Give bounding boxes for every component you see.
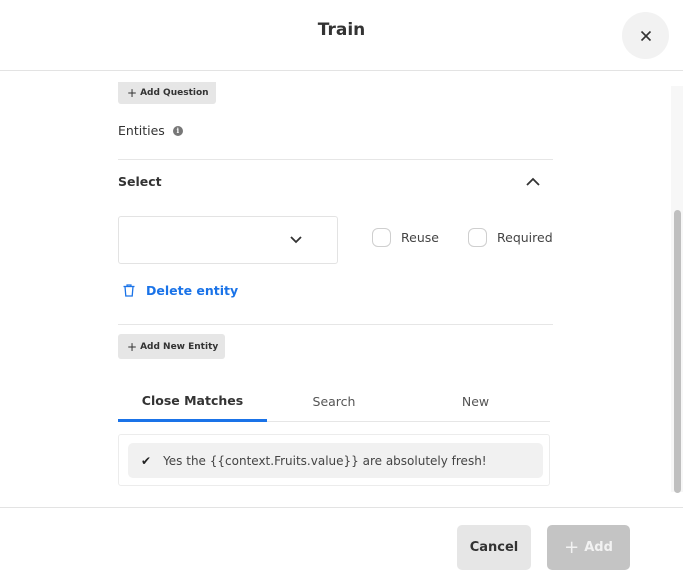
delete-entity-label: Delete entity	[146, 283, 239, 298]
modal-header: Train	[0, 0, 683, 71]
add-new-entity-label: Add New Entity	[140, 341, 219, 352]
checkbox-label: Required	[497, 230, 553, 245]
tab-new[interactable]: New	[401, 381, 550, 422]
add-question-label: Add Question	[140, 88, 209, 98]
close-icon	[640, 30, 651, 41]
add-label: Add	[584, 540, 613, 555]
reuse-checkbox[interactable]: Reuse	[372, 228, 439, 247]
tab-bar: Close Matches Search New	[118, 381, 550, 422]
plus-icon: +	[127, 339, 138, 354]
divider	[118, 324, 553, 325]
close-button[interactable]	[622, 12, 669, 59]
required-checkbox[interactable]: Required	[468, 228, 553, 247]
matches-list: ✔ Yes the {{context.Fruits.value}} are a…	[118, 434, 550, 486]
checkbox-box[interactable]	[372, 228, 391, 247]
trash-icon	[123, 284, 135, 297]
tab-close-matches[interactable]: Close Matches	[118, 381, 267, 422]
modal-title: Train	[317, 20, 366, 40]
chevron-down-icon	[290, 236, 302, 244]
info-icon[interactable]: i	[172, 125, 183, 136]
add-new-entity-button[interactable]: + Add New Entity	[118, 334, 226, 359]
entities-label: Entities	[118, 123, 165, 138]
delete-entity-link[interactable]: Delete entity	[123, 283, 238, 298]
tab-search[interactable]: Search	[267, 381, 401, 422]
divider	[118, 159, 553, 160]
entity-select-dropdown[interactable]	[118, 216, 338, 264]
plus-icon: +	[127, 86, 138, 100]
chevron-up-icon[interactable]	[525, 176, 541, 188]
plus-icon: +	[564, 536, 580, 558]
checkbox-label: Reuse	[401, 230, 439, 245]
modal-footer: Cancel + Add	[0, 507, 683, 578]
checkmark-icon: ✔	[141, 453, 152, 468]
scrollbar-thumb[interactable]	[674, 210, 681, 493]
match-text: Yes the {{context.Fruits.value}} are abs…	[163, 453, 487, 468]
modal-body: + Add Question Entities i Select Reuse R…	[0, 72, 683, 507]
cancel-button[interactable]: Cancel	[457, 525, 531, 570]
checkbox-box[interactable]	[468, 228, 487, 247]
add-question-button[interactable]: + Add Question	[118, 82, 216, 104]
section-title: Select	[118, 174, 162, 189]
entities-heading: Entities i	[118, 123, 183, 138]
add-button[interactable]: + Add	[547, 525, 630, 570]
list-item[interactable]: ✔ Yes the {{context.Fruits.value}} are a…	[128, 443, 543, 478]
